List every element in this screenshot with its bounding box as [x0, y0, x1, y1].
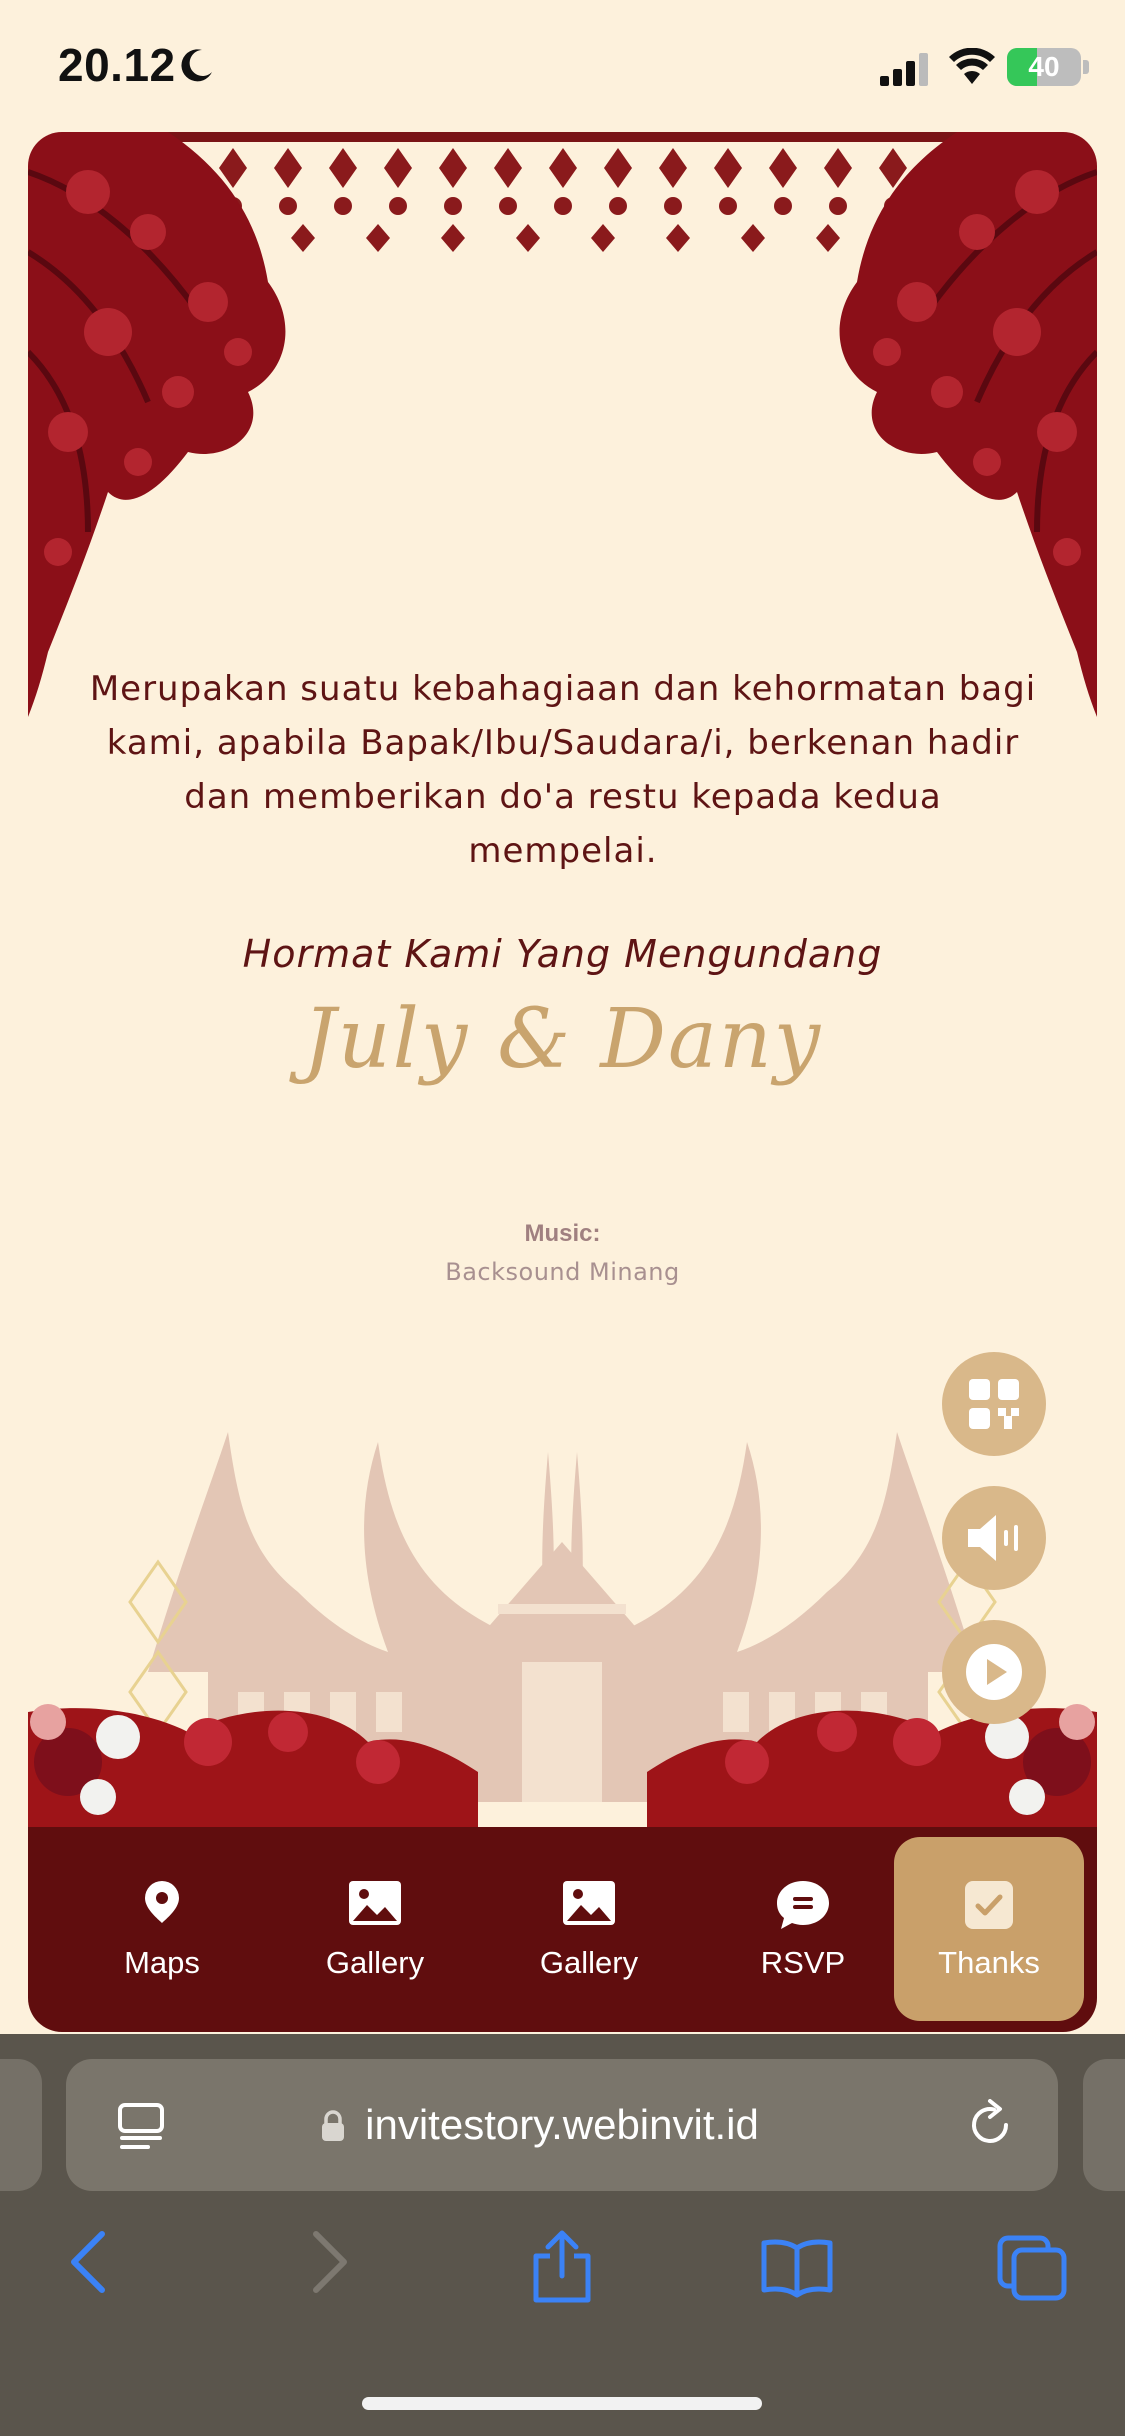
address-bar[interactable]: invitestory.webinvit.id	[66, 2059, 1058, 2191]
browser-toolbar: invitestory.webinvit.id	[0, 2034, 1125, 2436]
battery-cap	[1083, 60, 1089, 74]
nav-item-rsvp[interactable]: RSVP	[703, 1827, 903, 2032]
music-label: Music:	[524, 1220, 601, 1247]
forward-arrow-icon[interactable]	[310, 2230, 350, 2294]
nav-item-thanks[interactable]: Thanks	[889, 1827, 1089, 2032]
cellular-signal-icon	[880, 53, 928, 86]
tree-left-ornament	[28, 132, 286, 717]
previous-tab-preview[interactable]	[0, 2059, 42, 2191]
image-icon	[349, 1881, 401, 1925]
qr-code-button[interactable]	[942, 1352, 1046, 1456]
nav-item-maps[interactable]: Maps	[62, 1827, 262, 2032]
next-tab-preview[interactable]	[1083, 2059, 1125, 2191]
status-bar: 20.12 40	[0, 0, 1125, 130]
rumah-gadang-illustration	[28, 1432, 1097, 1827]
status-time: 20.12	[58, 39, 176, 91]
back-arrow-icon[interactable]	[68, 2230, 108, 2294]
autoscroll-play-button[interactable]	[942, 1620, 1046, 1724]
share-icon[interactable]	[530, 2230, 594, 2306]
reload-icon[interactable]	[964, 2099, 1016, 2151]
tabs-overview-icon[interactable]	[996, 2234, 1068, 2302]
sound-toggle-button[interactable]	[942, 1486, 1046, 1590]
invitation-page: Merupakan suatu kebahagiaan dan kehormat…	[28, 132, 1097, 2032]
battery-level: 40	[1028, 51, 1060, 82]
couple-names: July & Dany	[302, 992, 823, 1087]
nav-item-label: Thanks	[938, 1945, 1040, 1980]
chat-icon	[777, 1881, 829, 1929]
invitation-message: Merupakan suatu kebahagiaan dan kehormat…	[89, 669, 1037, 871]
nav-item-label: Gallery	[539, 1945, 639, 1980]
bottom-navigation: Maps Gallery Gallery RSVP Thanks	[28, 1827, 1097, 2032]
url-text: invitestory.webinvit.id	[365, 2101, 759, 2148]
play-icon	[966, 1644, 1022, 1700]
closing-greeting: Hormat Kami Yang Mengundang	[242, 932, 883, 976]
nav-item-label: Gallery	[325, 1945, 425, 1980]
wifi-icon	[949, 48, 995, 84]
nav-item-gallery-2[interactable]: Gallery	[489, 1827, 689, 2032]
bookmarks-icon[interactable]	[760, 2238, 834, 2298]
speaker-icon	[968, 1515, 1018, 1561]
nav-item-label: RSVP	[760, 1945, 846, 1980]
qr-code-icon	[969, 1379, 1019, 1429]
music-title: Backsound Minang	[445, 1258, 680, 1286]
check-icon	[965, 1881, 1013, 1929]
tree-right-ornament	[839, 132, 1097, 717]
nav-item-gallery[interactable]: Gallery	[275, 1827, 475, 2032]
home-indicator	[362, 2397, 762, 2410]
battery-indicator: 40	[1007, 48, 1081, 86]
nav-item-label: Maps	[124, 1945, 200, 1980]
moon-icon	[181, 49, 212, 82]
map-pin-icon	[145, 1881, 179, 1923]
image-icon	[563, 1881, 615, 1925]
